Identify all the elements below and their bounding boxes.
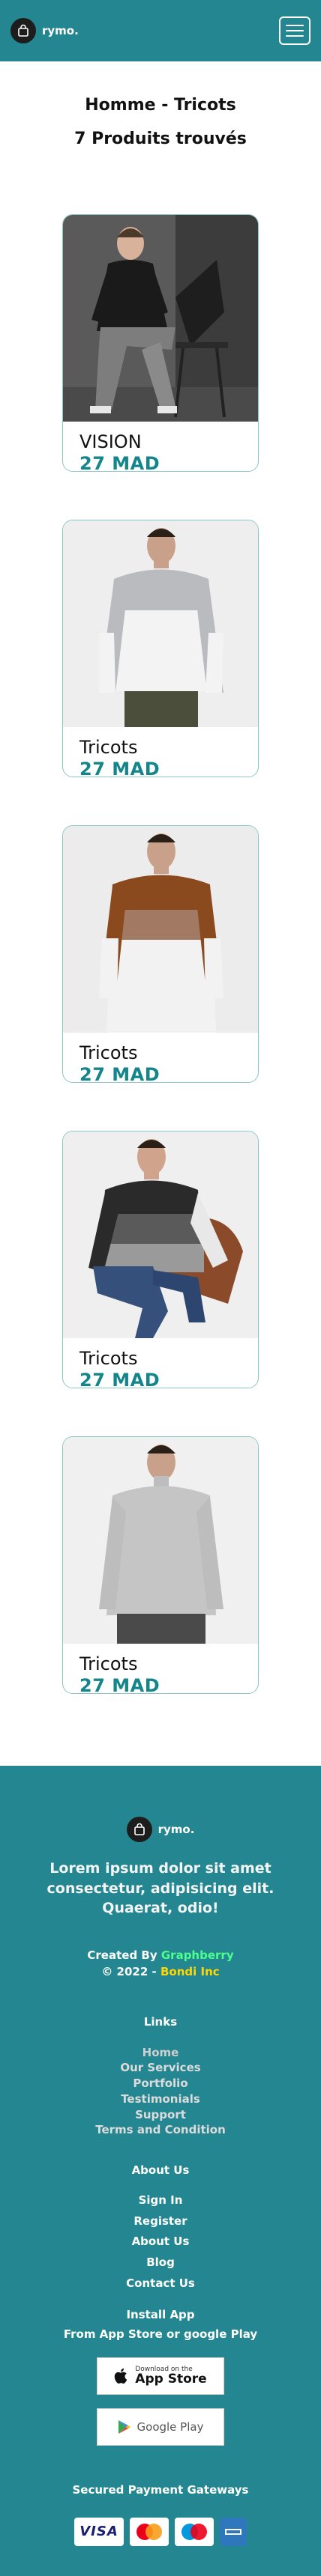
- install-subtitle: From App Store or google Play: [63, 2327, 258, 2341]
- copyright-text: © 2022 -: [101, 1965, 157, 1979]
- payment-methods: VISA: [0, 2517, 321, 2546]
- apple-icon: [115, 2368, 128, 2384]
- payment-heading: Secured Payment Gateways: [72, 2482, 249, 2497]
- brand-name: rymo.: [42, 24, 79, 37]
- product-card[interactable]: Tricots 27 MAD: [62, 1131, 259, 1388]
- page-title: Homme - Tricots: [85, 96, 236, 115]
- visa-icon: VISA: [74, 2517, 124, 2546]
- blog-link[interactable]: Blog: [0, 2253, 321, 2273]
- product-price: 27 MAD: [80, 759, 160, 777]
- footer-about-section: About Us Sign In Register About Us Blog …: [0, 2163, 321, 2294]
- product-name[interactable]: Tricots: [80, 738, 258, 758]
- contact-us-link[interactable]: Contact Us: [0, 2273, 321, 2294]
- product-image[interactable]: [63, 520, 258, 727]
- shopping-bag-icon: [10, 18, 36, 43]
- mastercard-icon: [130, 2517, 169, 2546]
- google-play-button[interactable]: Google Play: [97, 2408, 224, 2446]
- links-heading: Links: [143, 2014, 178, 2029]
- company-link[interactable]: Bondi Inc: [160, 1965, 220, 1978]
- brand-logo[interactable]: rymo.: [10, 18, 79, 43]
- about-us-link[interactable]: About Us: [0, 2232, 321, 2253]
- shopping-bag-icon: [126, 1817, 152, 1842]
- footer-links-list: Home Our Services Portfolio Testimonials…: [0, 2045, 321, 2138]
- footer-links-section: Links Home Our Services Portfolio Testim…: [0, 2015, 321, 2138]
- author-link[interactable]: Graphberry: [161, 1948, 234, 1962]
- footer-link-home[interactable]: Home: [0, 2045, 321, 2061]
- app-store-button[interactable]: Download on the App Store: [97, 2357, 224, 2395]
- register-link[interactable]: Register: [0, 2211, 321, 2232]
- product-name[interactable]: Tricots: [80, 1043, 258, 1063]
- product-name[interactable]: Tricots: [80, 1654, 258, 1674]
- page-heading: Homme - Tricots 7 Produits trouvés: [0, 61, 321, 148]
- footer-credits: Created By Graphberry © 2022 - Bondi Inc: [0, 1947, 321, 1981]
- footer-link-services[interactable]: Our Services: [0, 2060, 321, 2076]
- footer-brand-logo[interactable]: rymo.: [0, 1817, 321, 1842]
- product-card[interactable]: VISION 27 MAD: [62, 214, 259, 472]
- product-card[interactable]: Tricots 27 MAD: [62, 825, 259, 1083]
- product-name[interactable]: VISION: [80, 432, 258, 452]
- footer-link-portfolio[interactable]: Portfolio: [0, 2076, 321, 2092]
- install-app-section: Install App From App Store or google Pla…: [0, 2308, 321, 2446]
- product-price: 27 MAD: [80, 453, 160, 472]
- product-card[interactable]: Tricots 27 MAD: [62, 1436, 259, 1694]
- hamburger-menu-button[interactable]: [279, 16, 310, 45]
- top-navbar: rymo.: [0, 0, 321, 61]
- about-heading: About Us: [131, 2163, 190, 2177]
- footer-link-terms[interactable]: Terms and Condition: [0, 2122, 321, 2138]
- created-by-label: Created By: [87, 1948, 158, 1962]
- product-image[interactable]: [63, 1131, 258, 1338]
- product-price: 27 MAD: [80, 1675, 160, 1694]
- product-image[interactable]: [63, 1437, 258, 1644]
- product-name[interactable]: Tricots: [80, 1349, 258, 1369]
- footer-brand-name: rymo.: [158, 1823, 195, 1836]
- sign-in-link[interactable]: Sign In: [0, 2190, 321, 2211]
- google-play-label: Google Play: [136, 2419, 204, 2434]
- footer-link-support[interactable]: Support: [0, 2107, 321, 2123]
- footer-tagline: Lorem ipsum dolor sit amet consectetur, …: [46, 1860, 274, 1917]
- maestro-icon: [175, 2517, 214, 2546]
- site-footer: rymo. Lorem ipsum dolor sit amet consect…: [0, 1766, 321, 2576]
- results-count: 7 Produits trouvés: [74, 130, 247, 148]
- app-store-label: App Store: [135, 2371, 207, 2387]
- about-links-list: Sign In Register About Us Blog Contact U…: [0, 2190, 321, 2294]
- google-play-icon: [118, 2419, 130, 2434]
- product-price: 27 MAD: [80, 1370, 160, 1388]
- product-price: 27 MAD: [80, 1064, 160, 1083]
- product-card[interactable]: Tricots 27 MAD: [62, 520, 259, 777]
- product-list: VISION 27 MAD Tricots 27 MAD Tricots 27 …: [0, 148, 321, 1766]
- product-image[interactable]: [63, 215, 258, 422]
- footer-link-testimonials[interactable]: Testimonials: [0, 2092, 321, 2107]
- amex-icon: [220, 2517, 247, 2546]
- hamburger-menu-icon: [286, 25, 304, 26]
- product-image[interactable]: [63, 826, 258, 1033]
- install-heading: Install App: [126, 2307, 195, 2321]
